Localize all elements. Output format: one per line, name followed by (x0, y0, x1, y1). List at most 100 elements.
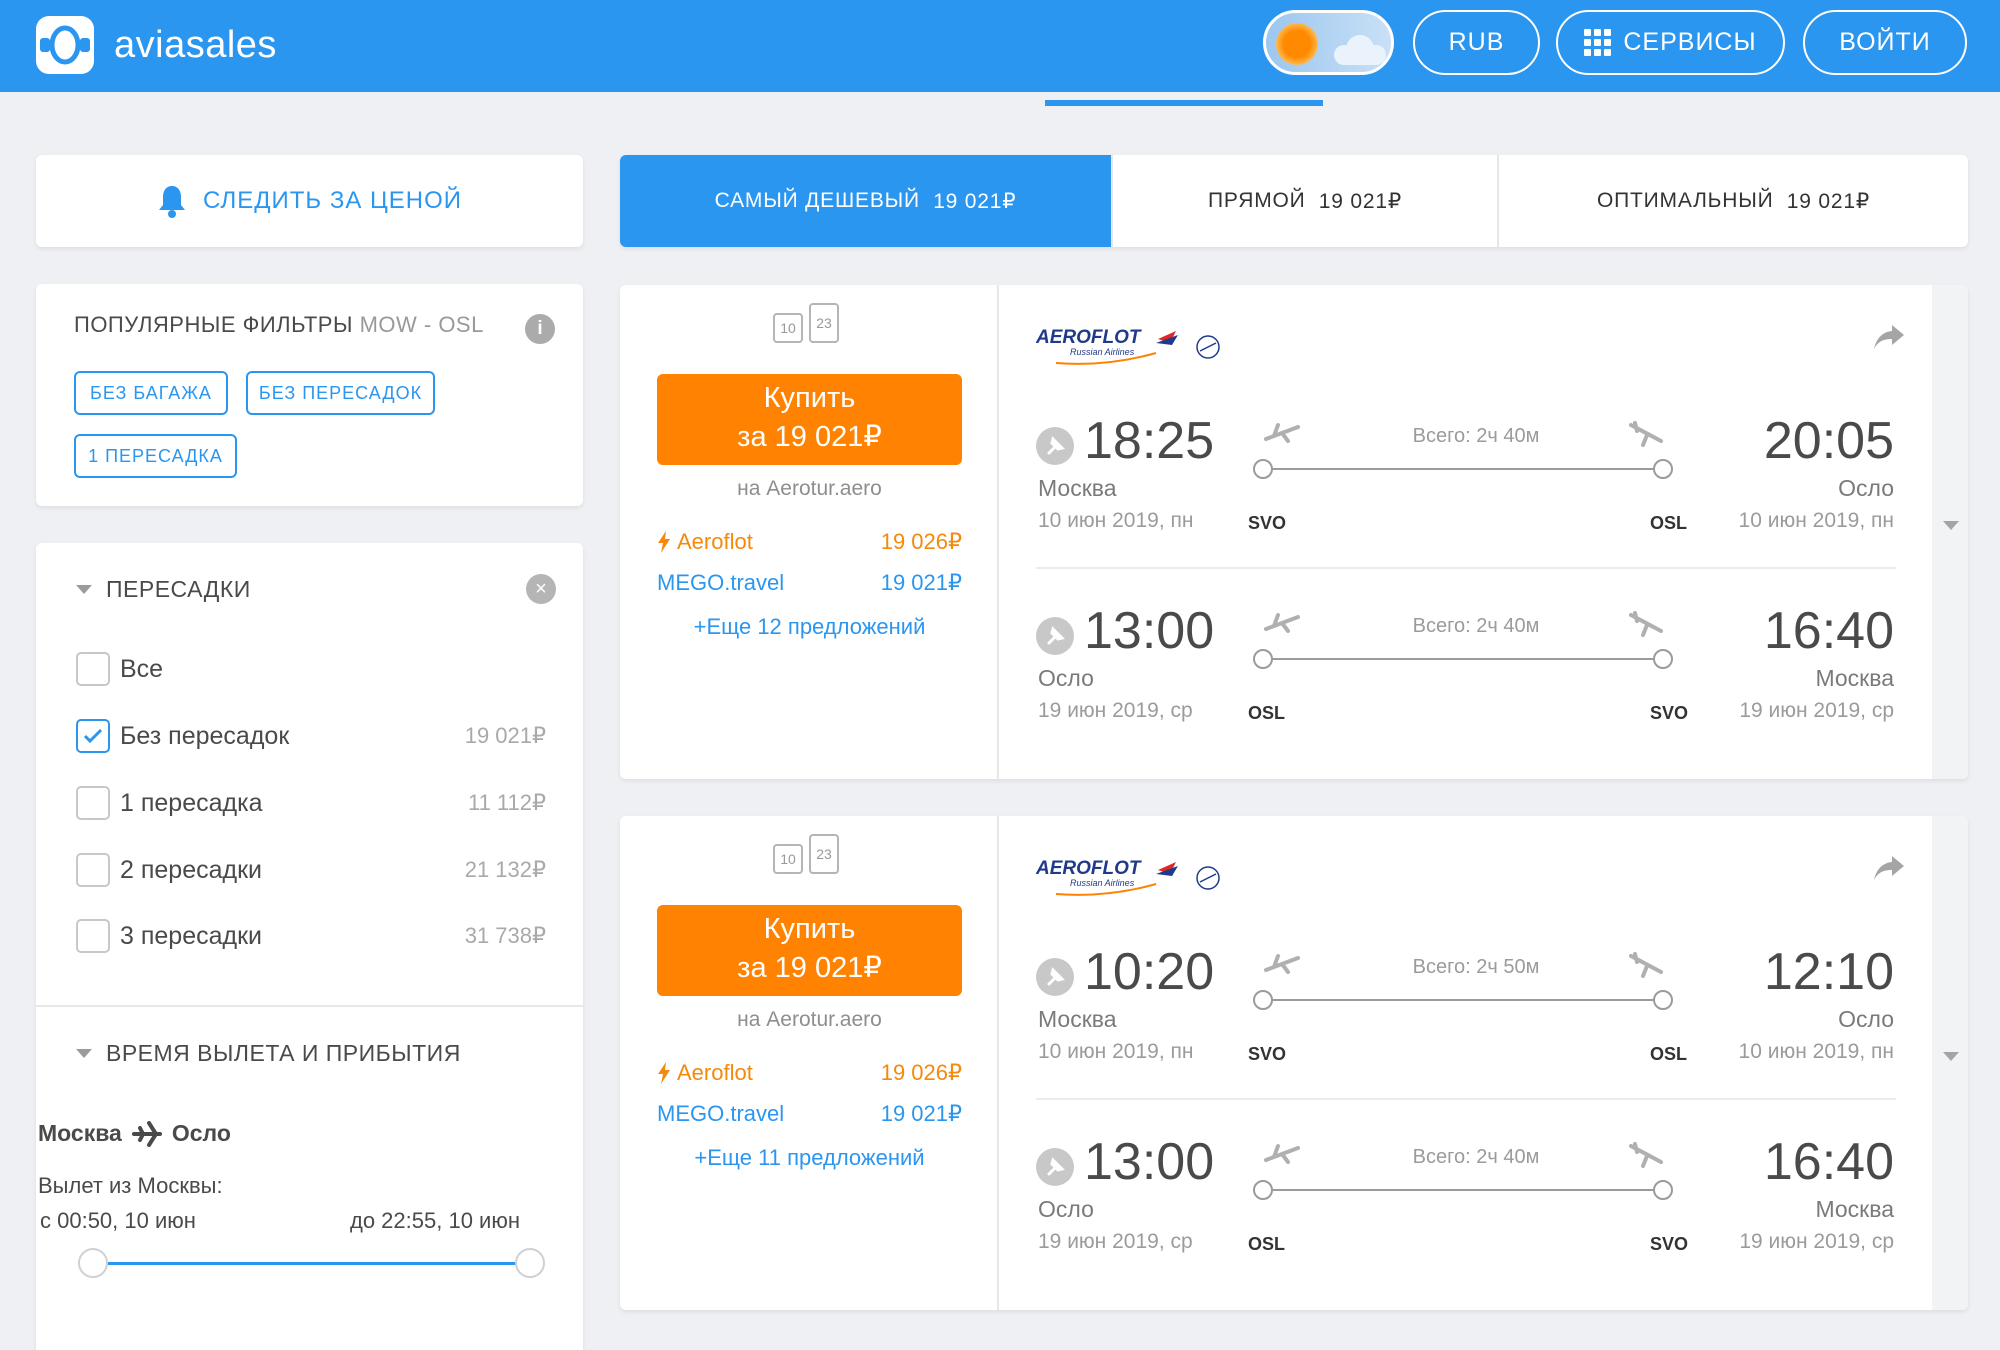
slider-handle-start[interactable] (78, 1248, 108, 1278)
agent-name: Aeroflot (657, 529, 753, 555)
share-arrow-icon[interactable] (1872, 854, 1906, 882)
tab-direct[interactable]: ПРЯМОЙ 19 021₽ (1113, 155, 1499, 247)
departure-airport-code: SVO (1248, 1044, 1287, 1064)
buy-label: Купить (763, 382, 856, 414)
airline-name: AEROFLOT (1036, 858, 1142, 879)
stop-option-three[interactable]: 3 пересадки 31 738₽ (76, 916, 546, 956)
info-icon[interactable]: i (525, 314, 555, 344)
departure-time: 18:25 (1084, 412, 1215, 470)
takeoff-plane-icon (1264, 423, 1300, 443)
logo[interactable]: aviasales (36, 16, 277, 74)
flight-segment-return: 13:00 16:40 Осло Москва 19 июн 2019, ср … (1036, 1132, 1912, 1282)
pin-icon[interactable] (1036, 427, 1074, 465)
stop-option-one[interactable]: 1 пересадка 11 112₽ (76, 783, 546, 823)
tab-price: 19 021₽ (933, 189, 1017, 213)
checkbox[interactable] (76, 786, 110, 820)
departure-label: Вылет из Москвы: (38, 1173, 223, 1198)
flight-duration: Всего: 2ч 40м (1412, 615, 1540, 637)
agent-name-text: Aeroflot (677, 1060, 753, 1085)
baggage-icon: 10 23 (773, 303, 839, 343)
aeroflot-logo: AEROFLOT Russian Airlines (1036, 327, 1220, 365)
tab-optimal[interactable]: ОПТИМАЛЬНЫЙ 19 021₽ (1499, 155, 1968, 247)
agent-row-mego[interactable]: MEGO.travel 19 021₽ (657, 1101, 962, 1127)
arrival-airport-code: OSL (1650, 1044, 1688, 1064)
filter-tag-direct[interactable]: БЕЗ ПЕРЕСАДОК (246, 371, 435, 415)
stops-section-header[interactable]: ПЕРЕСАДКИ (76, 576, 251, 603)
departure-time: 10:20 (1084, 943, 1215, 1001)
route-end-dot (1653, 1180, 1673, 1200)
agent-row-aeroflot[interactable]: Aeroflot 19 026₽ (657, 529, 962, 555)
stop-option-direct[interactable]: Без пересадок 19 021₽ (76, 716, 546, 756)
tab-label: ПРЯМОЙ (1207, 189, 1306, 212)
buy-button[interactable]: Купить за 19 021₽ (657, 905, 962, 996)
track-price-button[interactable]: СЛЕДИТЬ ЗА ЦЕНОЙ (36, 155, 583, 247)
option-label: 3 пересадки (120, 921, 262, 950)
times-section-header[interactable]: ВРЕМЯ ВЫЛЕТА И ПРИБЫТИЯ (76, 1040, 461, 1067)
option-label: 2 пересадки (120, 855, 262, 884)
tab-price: 19 021₽ (1318, 189, 1402, 213)
hand-baggage-icon: 10 (773, 844, 803, 874)
checked-baggage-icon: 23 (809, 303, 839, 343)
departure-time-slider-track[interactable] (92, 1262, 530, 1265)
pin-icon[interactable] (1036, 617, 1074, 655)
more-offers-link[interactable]: +Еще 11 предложений (620, 1145, 999, 1171)
agent-name: MEGO.travel (657, 1101, 785, 1126)
filter-tag-no-baggage[interactable]: БЕЗ БАГАЖА (74, 371, 228, 415)
ticket-expand-bar[interactable] (1932, 285, 1968, 779)
agent-price: 19 021₽ (880, 570, 962, 595)
lightning-icon (658, 531, 670, 553)
landing-plane-icon (1629, 611, 1663, 637)
tab-label: ОПТИМАЛЬНЫЙ (1596, 189, 1774, 212)
takeoff-plane-icon (1264, 1144, 1300, 1164)
route-end-dot (1653, 990, 1673, 1010)
pin-icon[interactable] (1036, 958, 1074, 996)
filter-tag-one-stop[interactable]: 1 ПЕРЕСАДКА (74, 434, 237, 478)
bell-icon (158, 186, 185, 218)
agent-row-aeroflot[interactable]: Aeroflot 19 026₽ (657, 1060, 962, 1086)
services-button[interactable]: СЕРВИСЫ (1556, 10, 1785, 75)
landing-plane-icon (1629, 1142, 1663, 1168)
arrival-date: 10 июн 2019, пн (1738, 1040, 1894, 1063)
departure-time: 13:00 (1084, 602, 1215, 660)
pin-icon[interactable] (1036, 1148, 1074, 1186)
theme-toggle[interactable] (1263, 10, 1394, 75)
checkbox-checked[interactable] (76, 719, 110, 753)
agent-row-mego[interactable]: MEGO.travel 19 021₽ (657, 570, 962, 596)
tab-cheapest[interactable]: САМЫЙ ДЕШЕВЫЙ 19 021₽ (620, 155, 1113, 247)
close-circle-icon[interactable]: × (526, 574, 556, 604)
ticket-expand-bar[interactable] (1932, 816, 1968, 1310)
currency-label: RUB (1448, 28, 1505, 56)
hand-baggage-icon: 10 (773, 313, 803, 343)
checkbox[interactable] (76, 853, 110, 887)
checkbox[interactable] (76, 652, 110, 686)
checkbox[interactable] (76, 919, 110, 953)
share-arrow-icon[interactable] (1872, 323, 1906, 351)
arrival-city: Осло (1838, 475, 1894, 501)
currency-button[interactable]: RUB (1413, 10, 1540, 75)
buy-button[interactable]: Купить за 19 021₽ (657, 374, 962, 465)
departure-airport-code: SVO (1248, 513, 1287, 533)
popular-filters-title-text: ПОПУЛЯРНЫЕ ФИЛЬТРЫ (74, 312, 353, 337)
slider-handle-end[interactable] (515, 1248, 545, 1278)
grid-icon (1584, 29, 1612, 56)
header-active-indicator (1045, 100, 1323, 106)
route-start-dot (1253, 459, 1273, 479)
arrival-date: 19 июн 2019, ср (1739, 1230, 1894, 1253)
route-end-dot (1653, 459, 1673, 479)
flight-segment-outbound: 10:20 12:10 Москва Осло 10 июн 2019, пн … (1036, 942, 1912, 1092)
popular-filters-route: MOW - OSL (359, 312, 484, 337)
departure-airport-code: OSL (1248, 703, 1286, 723)
ticket-price-panel: 10 23 Купить за 19 021₽ на Aerotur.aero … (620, 816, 999, 1310)
agent-name: MEGO.travel (657, 570, 785, 595)
departure-date: 10 июн 2019, пн (1038, 1040, 1194, 1063)
flight-route-line (1260, 658, 1663, 660)
login-button[interactable]: ВОЙТИ (1803, 10, 1967, 75)
arrival-city: Москва (1815, 665, 1894, 691)
option-price: 31 738₽ (464, 923, 546, 948)
stop-option-two[interactable]: 2 пересадки 21 132₽ (76, 850, 546, 890)
arrival-airport-code: SVO (1650, 703, 1689, 723)
more-offers-link[interactable]: +Еще 12 предложений (620, 614, 999, 640)
range-from: с 00:50, 10 июн (40, 1208, 196, 1233)
stop-option-all[interactable]: Все (76, 649, 546, 689)
landing-plane-icon (1629, 421, 1663, 447)
